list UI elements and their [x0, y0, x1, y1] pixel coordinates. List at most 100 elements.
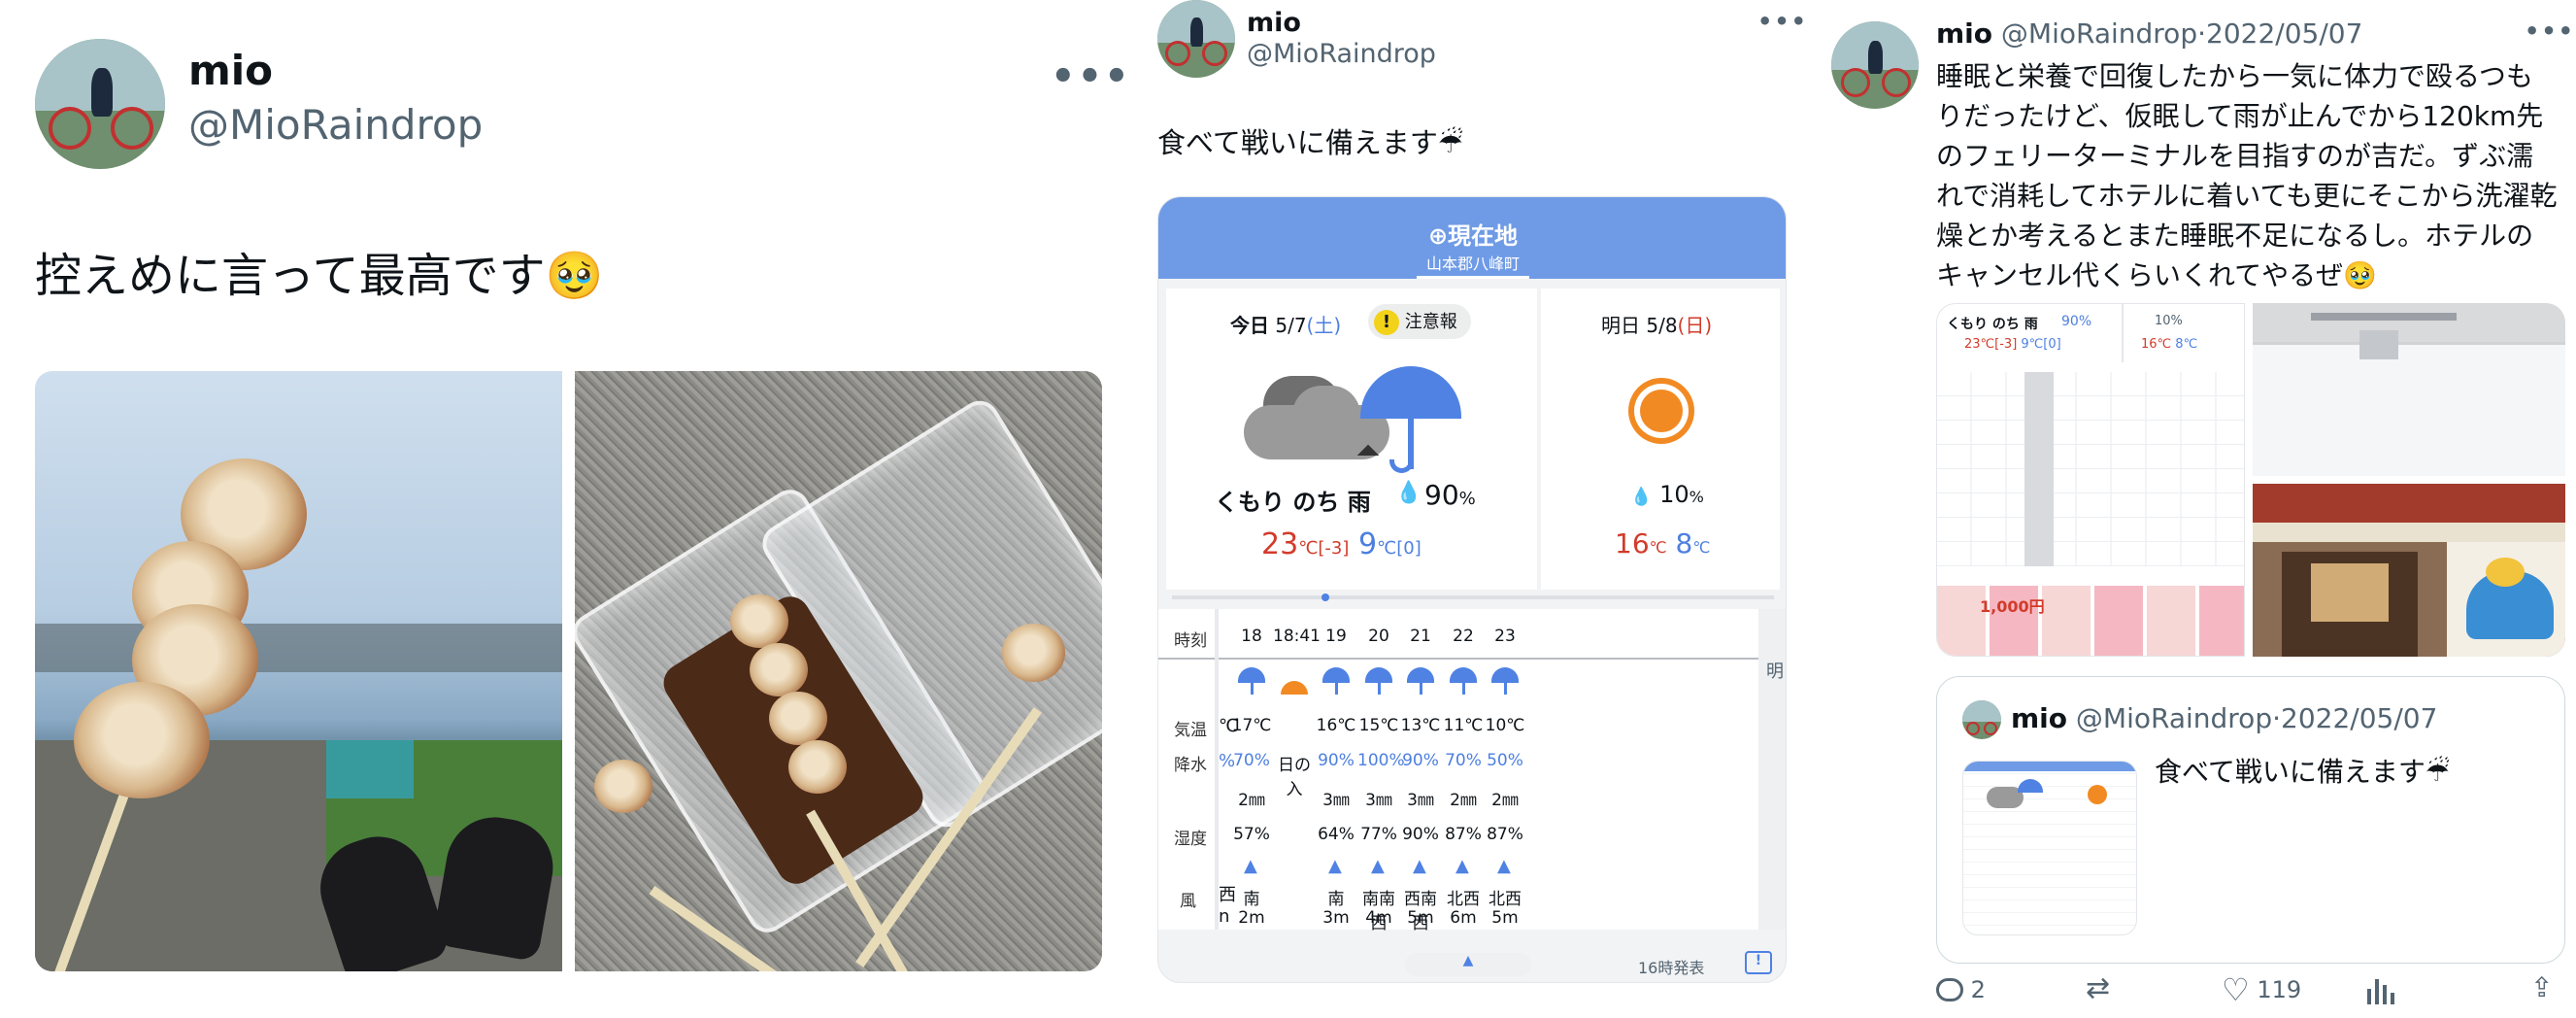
- umbrella-icon: [1450, 667, 1477, 699]
- precip-value: 3㎜: [1365, 791, 1392, 810]
- wind-arrow-icon: ▲: [1244, 856, 1257, 876]
- avatar[interactable]: [1831, 21, 1919, 109]
- photo-scallop-trays[interactable]: [575, 371, 1102, 971]
- wind-speed: 5m: [1407, 908, 1434, 928]
- hour-label: 23: [1494, 627, 1516, 646]
- display-name[interactable]: mio: [188, 47, 273, 94]
- weather-thumbnail[interactable]: くもり のち 雨 90% 23℃[-3] 9℃[0] 10% 16℃ 8℃ 1,…: [1936, 303, 2245, 657]
- weather-screenshot[interactable]: ⊕現在地 山本郡八峰町 今日 5/7(土) ! 注意報 くもり のち 雨 �: [1157, 196, 1787, 983]
- share-button[interactable]: ⇪: [2530, 971, 2553, 1003]
- hourly-table[interactable]: 時刻 気温 降水 湿度 風 ℃ % 西 n 18 17℃ 70% 2㎜ 57% ▲ 南 2m 1…: [1158, 609, 1786, 933]
- wind-direction: 南: [1243, 890, 1260, 909]
- umbrella-icon: [1238, 667, 1265, 699]
- umbrella-icon: [1491, 667, 1519, 699]
- retweet-icon: ⇄: [2086, 971, 2111, 1005]
- avatar: [1962, 700, 2001, 739]
- photo-scallop-skewer[interactable]: [35, 371, 562, 971]
- wind-arrow-icon: ▲: [1371, 856, 1385, 876]
- photo-hotel-bath[interactable]: [2253, 303, 2565, 476]
- hour-label: 18:41: [1273, 627, 1321, 646]
- more-options-icon[interactable]: •••: [1051, 54, 1131, 99]
- more-options-icon[interactable]: •••: [1757, 8, 1808, 35]
- scroll-up-button[interactable]: ▲: [1405, 953, 1531, 976]
- humidity-value: 90%: [1402, 825, 1439, 844]
- handle[interactable]: @MioRaindrop: [1247, 39, 1436, 69]
- hour-label: 22: [1453, 627, 1474, 646]
- pop-value: 50%: [1487, 751, 1523, 770]
- pop-value: 90%: [1318, 751, 1355, 770]
- tweet-text: 睡眠と栄養で回復したから一気に体力で殴るつもりだったけど、仮眠して雨が止んでから…: [1936, 60, 2558, 291]
- tweet-2: mio @MioRaindrop ••• 食べて戦いに備えます☔ ⊕現在地 山本…: [1146, 0, 1806, 1018]
- quote-thumbnail: [1962, 761, 2137, 935]
- quote-tweet[interactable]: mio @MioRaindrop·2022/05/07 食べて戦いに備えます☔: [1936, 676, 2565, 964]
- reply-button[interactable]: 2: [1936, 975, 1986, 1003]
- humidity-value: 57%: [1233, 825, 1270, 844]
- action-bar: 2 ⇄ ♡ 119 ⇪: [1936, 971, 2565, 1014]
- hour-column: 20 15℃ 100% 3㎜ 77% ▲ 南南西 4m: [1357, 609, 1405, 933]
- avatar[interactable]: [35, 39, 165, 169]
- media-grid: くもり のち 雨 90% 23℃[-3] 9℃[0] 10% 16℃ 8℃ 1,…: [1936, 303, 2565, 657]
- views-button[interactable]: [2365, 979, 2394, 1004]
- like-button[interactable]: ♡ 119: [2222, 971, 2301, 1008]
- wind-arrow-icon: ▲: [1413, 856, 1426, 876]
- tweet-3: mio @MioRaindrop·2022/05/07 ••• 睡眠と栄養で回復…: [1806, 0, 2576, 1018]
- wind-speed: 6m: [1450, 908, 1477, 928]
- umbrella-icon: [1365, 667, 1392, 699]
- pop-value: 日の入: [1278, 756, 1311, 799]
- wind-speed: 5m: [1491, 908, 1519, 928]
- hour-label: 21: [1410, 627, 1431, 646]
- humidity-value: 77%: [1360, 825, 1397, 844]
- location-header: ⊕現在地 山本郡八峰町: [1158, 197, 1786, 279]
- tweet-text: 控えめに言って最高です🥹: [35, 249, 604, 303]
- today-card: 今日 5/7(土) ! 注意報 くもり のち 雨 💧 90% 23℃[-3] 9…: [1166, 288, 1537, 590]
- humidity-value: 87%: [1487, 825, 1523, 844]
- share-icon: ⇪: [2530, 971, 2554, 1003]
- wind-direction: 南: [1327, 890, 1345, 909]
- hour-label: 19: [1325, 627, 1347, 646]
- umbrella-icon: [1407, 667, 1434, 699]
- wind-speed: 3m: [1322, 908, 1350, 928]
- humidity-value: 64%: [1318, 825, 1355, 844]
- hour-label: 20: [1368, 627, 1389, 646]
- tweet-header: mio @MioRaindrop·2022/05/07: [1936, 17, 2363, 50]
- pop-value: 100%: [1357, 751, 1405, 770]
- hour-label: 18: [1241, 627, 1262, 646]
- precip-value: 2㎜: [1491, 791, 1519, 810]
- precip-value: 3㎜: [1407, 791, 1434, 810]
- precip-value: 2㎜: [1238, 791, 1265, 810]
- wind-speed: 2m: [1238, 908, 1265, 928]
- display-name[interactable]: mio: [1936, 17, 1992, 50]
- timestamp[interactable]: 2022/05/07: [2206, 17, 2362, 50]
- temp-value: 13℃: [1400, 716, 1441, 735]
- temp-value: 11℃: [1443, 716, 1484, 735]
- temp-value: 17℃: [1231, 716, 1272, 735]
- sunset-icon: [1281, 667, 1308, 695]
- raindrop-icon: 💧: [1395, 481, 1422, 505]
- temp-value: 10℃: [1485, 716, 1525, 735]
- pop-value: 70%: [1233, 751, 1270, 770]
- warning-badge: ! 注意報: [1368, 304, 1471, 339]
- avatar[interactable]: [1157, 0, 1235, 78]
- reply-icon: [1936, 978, 1963, 1001]
- retweet-button[interactable]: ⇄: [2086, 971, 2110, 1005]
- sun-icon: [1623, 372, 1700, 450]
- wind-direction: 北西: [1447, 890, 1480, 909]
- photo-storefront[interactable]: [2253, 484, 2565, 657]
- more-options-icon[interactable]: •••: [2525, 17, 2575, 45]
- hour-column: 21 13℃ 90% 3㎜ 90% ▲ 西南西 5m: [1399, 609, 1442, 933]
- display-name[interactable]: mio: [1247, 8, 1301, 38]
- humidity-value: 87%: [1445, 825, 1482, 844]
- hour-column: 19 16℃ 90% 3㎜ 64% ▲ 南 3m: [1315, 609, 1357, 930]
- wind-speed: 4m: [1365, 908, 1392, 928]
- handle[interactable]: @MioRaindrop: [188, 101, 483, 149]
- hour-column: 18:41 日の入: [1273, 609, 1321, 930]
- wind-direction: 北西: [1489, 890, 1522, 909]
- temp-value: 15℃: [1358, 716, 1399, 735]
- hour-column: 23 10℃ 50% 2㎜ 87% ▲ 北西 5m: [1484, 609, 1526, 930]
- info-icon[interactable]: !: [1745, 951, 1772, 974]
- tweet-1: mio @MioRaindrop ••• 控えめに言って最高です🥹: [0, 0, 1146, 1018]
- handle[interactable]: @MioRaindrop: [2001, 17, 2197, 50]
- tweet-text: 食べて戦いに備えます☔: [1157, 126, 1463, 159]
- temp-value: 16℃: [1316, 716, 1356, 735]
- precip-value: 2㎜: [1450, 791, 1477, 810]
